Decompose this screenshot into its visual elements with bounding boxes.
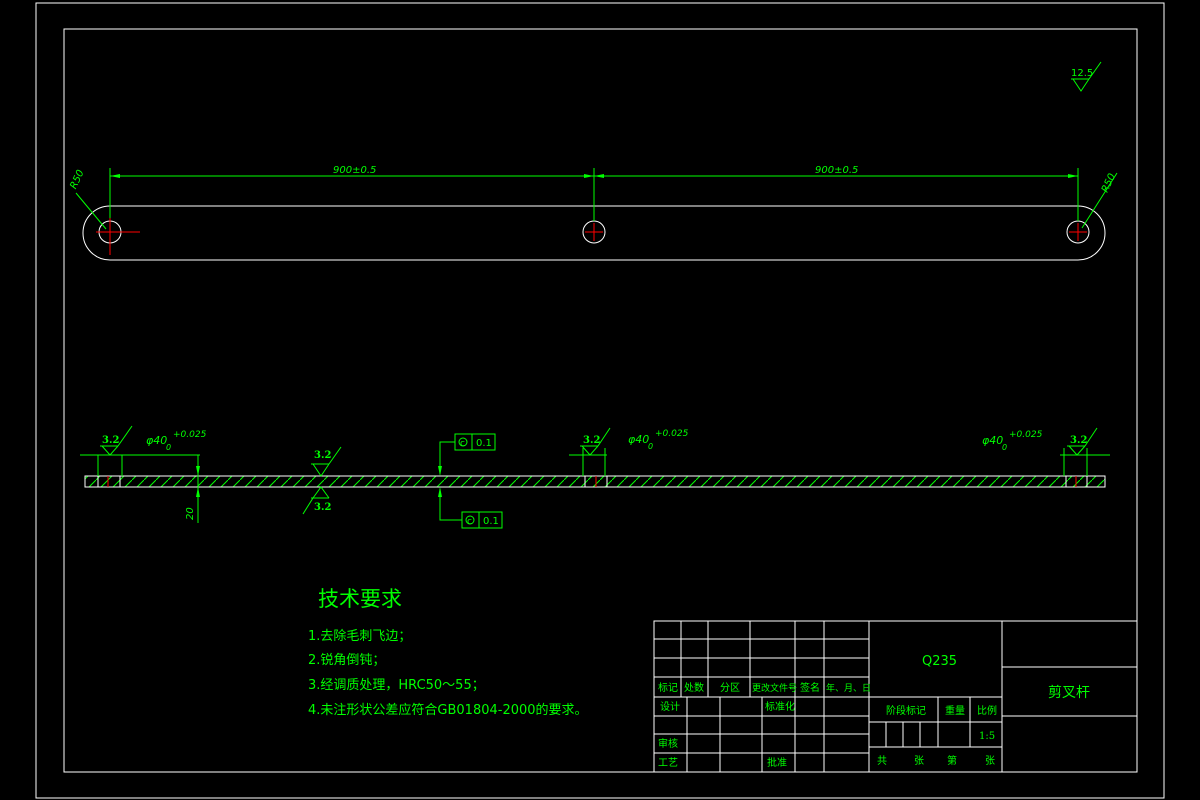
thickness-dimension: 20 xyxy=(185,455,200,523)
roughness-symbol-3: 3.2 xyxy=(302,486,331,515)
tb-page-sheets: 张 xyxy=(985,755,995,767)
roughness-symbol-2: 3.2 xyxy=(311,446,342,477)
tb-review: 审核 xyxy=(658,737,678,750)
tb-sheets: 张 xyxy=(914,755,924,767)
tb-page: 第 xyxy=(947,754,957,767)
tb-row-label-5: 签名 xyxy=(800,681,820,694)
outer-border xyxy=(35,2,1165,799)
plate-section xyxy=(84,475,1106,488)
tb-row-label-2: 处数 xyxy=(684,681,704,694)
roughness-value-1: 3.2 xyxy=(102,435,119,446)
requirement-item-1: 1.去除毛刺飞边； xyxy=(308,629,411,644)
roughness-value-3: 3.2 xyxy=(314,502,331,513)
general-roughness-symbol: 12.5 xyxy=(1071,61,1102,92)
parallelism-frame-bottom: c 0.1 xyxy=(438,487,503,529)
svg-text:0: 0 xyxy=(166,443,171,452)
dimension-right-text: 900±0.5 xyxy=(815,165,858,176)
roughness-symbol-5: 3.2 xyxy=(1067,427,1098,456)
thickness-value: 20 xyxy=(185,507,196,520)
svg-text:0: 0 xyxy=(648,442,653,451)
parallel-bottom-value: 0.1 xyxy=(483,516,499,527)
tb-standardize: 标准化 xyxy=(765,700,795,713)
tb-weight: 重量 xyxy=(945,704,965,717)
roughness-value-5: 3.2 xyxy=(1070,435,1087,446)
parallelism-frame-top: c 0.1 xyxy=(438,433,496,476)
part-name: 剪叉杆 xyxy=(1048,685,1090,701)
hole-dim-left: φ40 +0.025 0 xyxy=(146,430,207,452)
side-view: 3.2 3.2 3.2 3.2 3.2 φ40 +0.025 0 φ40 +0.… xyxy=(80,425,1110,529)
parallel-top-datum: c xyxy=(460,439,465,449)
title-block: Q235 剪叉杆 标记 处数 分区 更改文件号 签名 年、月、日 设计 标准化 … xyxy=(653,620,1138,773)
top-view: 900±0.5 900±0.5 R50 R50 xyxy=(68,165,1118,261)
general-roughness-value: 12.5 xyxy=(1071,68,1093,79)
tb-stage-mark: 阶段标记 xyxy=(886,704,926,717)
requirement-item-2: 2.锐角倒钝； xyxy=(308,653,385,668)
roughness-value-4: 3.2 xyxy=(583,435,600,446)
hole-dim-middle: φ40 +0.025 0 xyxy=(628,429,689,451)
radius-label-right: R50 xyxy=(1100,172,1118,194)
tb-scale-value: 1:5 xyxy=(979,731,995,742)
roughness-symbol-1: 3.2 xyxy=(100,425,133,456)
parallel-bottom-datum: c xyxy=(467,517,472,527)
requirements-title: 技术要求 xyxy=(318,587,402,611)
roughness-value-2: 3.2 xyxy=(314,450,331,461)
svg-text:+0.025: +0.025 xyxy=(173,430,207,440)
svg-text:φ40: φ40 xyxy=(982,434,1003,447)
requirement-item-3: 3.经调质处理，HRC50～55； xyxy=(308,678,485,693)
tb-design: 设计 xyxy=(660,700,680,713)
tb-row-label-3: 分区 xyxy=(720,682,740,694)
tb-total: 共 xyxy=(877,755,887,767)
tb-process: 工艺 xyxy=(658,757,678,769)
tb-row-label-1: 标记 xyxy=(658,682,678,694)
svg-text:0: 0 xyxy=(1002,443,1007,452)
hole-dim-right: φ40 +0.025 0 xyxy=(982,430,1043,452)
technical-requirements: 技术要求 1.去除毛刺飞边； 2.锐角倒钝； 3.经调质处理，HRC50～55；… xyxy=(308,587,588,718)
radius-leader-left xyxy=(75,192,107,230)
parallel-top-value: 0.1 xyxy=(476,438,492,449)
tb-scale-label: 比例 xyxy=(977,704,997,717)
engineering-drawing: 12.5 900±0.5 900±0.5 R50 R50 3.2 3.2 3.2… xyxy=(35,2,1165,799)
svg-text:+0.025: +0.025 xyxy=(655,429,689,439)
tb-approve: 批准 xyxy=(767,756,787,769)
tb-row-label-4: 更改文件号 xyxy=(752,682,797,694)
svg-text:φ40: φ40 xyxy=(146,434,167,447)
tb-row-label-6: 年、月、日 xyxy=(826,682,871,694)
radius-label-left: R50 xyxy=(68,168,86,190)
inner-border xyxy=(63,28,1138,773)
material-label: Q235 xyxy=(922,654,957,669)
requirement-item-4: 4.未注形状公差应符合GB01804-2000的要求。 xyxy=(308,702,588,718)
svg-text:φ40: φ40 xyxy=(628,433,649,446)
dimension-left-text: 900±0.5 xyxy=(333,165,376,176)
svg-text:+0.025: +0.025 xyxy=(1009,430,1043,440)
